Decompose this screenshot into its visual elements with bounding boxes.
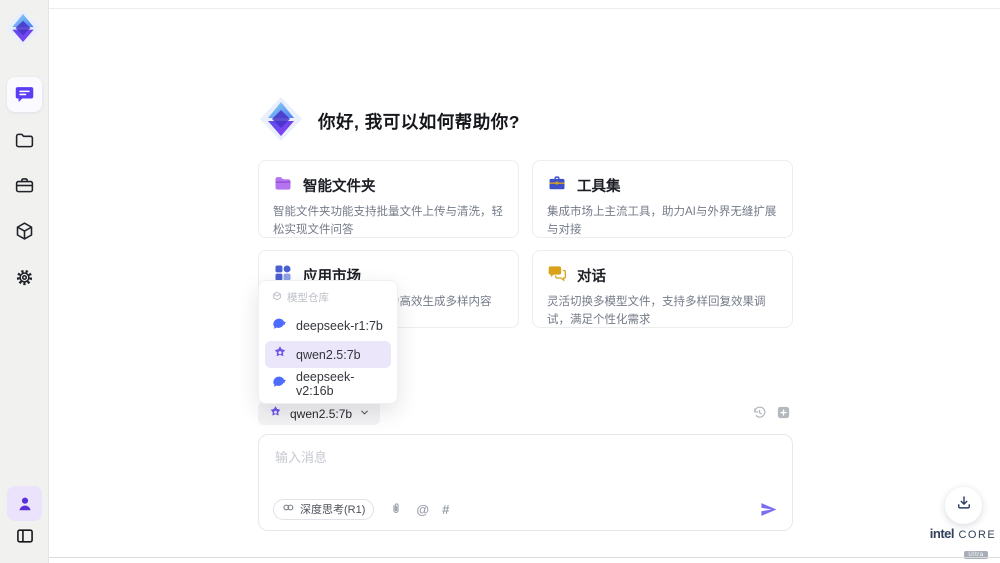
card-title: 对话 xyxy=(577,269,606,285)
card-title: 工具集 xyxy=(577,179,621,195)
qwen-icon xyxy=(268,405,283,423)
model-option-label: deepseek-v2:16b xyxy=(296,369,355,398)
hash-icon[interactable]: # xyxy=(442,502,449,517)
deep-think-label: 深度思考(R1) xyxy=(300,504,366,516)
model-option-qwen[interactable]: qwen2.5:7b xyxy=(265,341,391,368)
deep-think-icon xyxy=(282,501,295,517)
greeting-title: 你好, 我可以如何帮助你? xyxy=(318,112,520,132)
attachment-icon[interactable] xyxy=(389,502,403,516)
card-title: 智能文件夹 xyxy=(303,179,376,195)
sidebar-item-chat[interactable] xyxy=(7,77,42,112)
send-button[interactable] xyxy=(759,500,778,519)
sidebar-item-panel-toggle[interactable] xyxy=(7,518,42,553)
intel-wordmark: intel xyxy=(929,526,955,541)
cube-icon xyxy=(14,221,35,242)
history-icon[interactable] xyxy=(752,405,767,420)
top-divider xyxy=(49,8,1000,9)
card-conversation[interactable]: 对话 灵活切换多模型文件，支持多样回复效果调试，满足个性化需求 xyxy=(532,250,793,328)
greeting: 你好, 我可以如何帮助你? xyxy=(258,96,520,147)
app-logo-icon xyxy=(4,9,42,52)
card-toolset[interactable]: 工具集 集成市场上主流工具，助力AI与外界无缝扩展与对接 xyxy=(532,160,793,238)
core-wordmark: CORE xyxy=(958,529,997,541)
dropdown-header: 模型仓库 xyxy=(265,287,391,310)
sidebar-item-folders[interactable] xyxy=(7,123,42,158)
sidebar-item-apps[interactable] xyxy=(7,214,42,249)
card-description: 智能文件夹功能支持批量文件上传与清洗，轻松实现文件问答 xyxy=(273,206,503,236)
model-selector-button[interactable]: qwen2.5:7b xyxy=(258,402,381,425)
intel-core-logo: intel CORE Ultra xyxy=(928,525,998,561)
sidebar-item-account[interactable] xyxy=(7,486,42,521)
model-option-deepseek-r1[interactable]: deepseek-r1:7b xyxy=(265,312,391,339)
card-smart-folders[interactable]: 智能文件夹 智能文件夹功能支持批量文件上传与清洗，轻松实现文件问答 xyxy=(258,160,519,238)
greeting-logo-icon xyxy=(258,96,304,147)
chat-bubble-icon xyxy=(14,84,35,105)
composer-toolbar: 深度思考(R1) @ # xyxy=(273,498,778,520)
qwen-icon xyxy=(272,345,288,364)
deepseek-icon xyxy=(272,374,288,393)
repository-icon xyxy=(272,291,282,304)
download-button[interactable] xyxy=(945,487,982,524)
sidebar xyxy=(0,0,49,563)
model-option-label: deepseek-r1:7b xyxy=(296,318,383,333)
deepseek-icon xyxy=(272,316,288,335)
folder-purple-icon xyxy=(273,173,293,198)
gear-icon xyxy=(14,267,35,288)
chat-gold-icon xyxy=(547,263,567,288)
new-chat-icon[interactable] xyxy=(776,405,791,420)
card-description: 灵活切换多模型文件，支持多样回复效果调试，满足个性化需求 xyxy=(547,296,766,326)
at-icon[interactable]: @ xyxy=(416,502,429,517)
composer-icons: @ # xyxy=(389,502,449,517)
download-icon xyxy=(955,494,973,517)
model-option-deepseek-v2[interactable]: deepseek-v2:16b xyxy=(265,369,391,398)
sidebar-item-toolbox[interactable] xyxy=(7,168,42,203)
chevron-down-icon xyxy=(359,407,370,421)
user-icon xyxy=(15,494,35,514)
bottom-divider xyxy=(0,557,1000,558)
dropdown-header-label: 模型仓库 xyxy=(287,292,329,304)
message-input[interactable] xyxy=(275,447,775,491)
message-composer: 深度思考(R1) @ # xyxy=(258,434,793,531)
model-dropdown: 模型仓库 deepseek-r1:7b qwen2.5:7b deepseek-… xyxy=(258,280,398,404)
selected-model-label: qwen2.5:7b xyxy=(290,406,353,421)
sidebar-item-settings[interactable] xyxy=(7,260,42,295)
chat-actions xyxy=(752,405,791,420)
deep-think-toggle[interactable]: 深度思考(R1) xyxy=(273,498,375,520)
layout-panel-icon xyxy=(15,526,35,546)
model-option-label: qwen2.5:7b xyxy=(296,347,361,362)
briefcase-blue-icon xyxy=(547,173,567,198)
briefcase-icon xyxy=(14,175,35,196)
app-window: 你好, 我可以如何帮助你? 智能文件夹 智能文件夹功能支持批量文件上传与清洗，轻… xyxy=(0,0,1000,563)
folder-icon xyxy=(14,130,35,151)
card-description: 集成市场上主流工具，助力AI与外界无缝扩展与对接 xyxy=(547,206,777,236)
